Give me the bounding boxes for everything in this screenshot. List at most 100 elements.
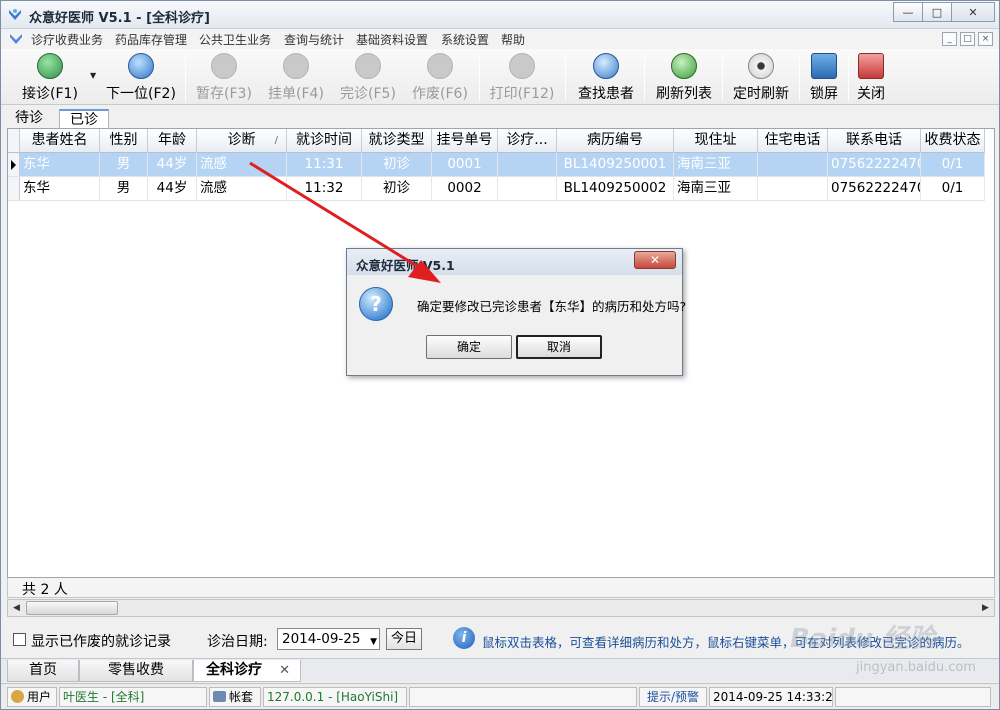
table-row[interactable]: 东华 男 44岁 流感 11:31 初诊 0001 BL1409250001 海… (8, 153, 985, 177)
menu-base-data[interactable]: 基础资料设置 (356, 31, 428, 48)
dialog-close-button[interactable]: ✕ (634, 251, 676, 269)
finish-icon (355, 53, 381, 79)
menu-query-stats[interactable]: 查询与统计 (284, 31, 344, 48)
exit-icon (858, 53, 884, 79)
show-voided-checkbox[interactable] (13, 633, 26, 646)
status-user-label: 用户 (7, 687, 57, 707)
document-tabs: 首页 零售收费 全科诊疗 ✕ (1, 658, 999, 682)
print-button[interactable]: 打印(F12) (487, 53, 557, 103)
account-icon (213, 691, 226, 702)
search-icon (593, 53, 619, 79)
column-header[interactable]: 就诊时间 (287, 129, 362, 153)
menu-logo-icon (10, 34, 22, 44)
mdi-close-button[interactable]: × (978, 32, 993, 46)
alert-button[interactable]: 提示/预警 (639, 687, 707, 707)
next-patient-icon (128, 53, 154, 79)
toolbar-separator (722, 55, 723, 101)
scroll-left-icon[interactable]: ◀ (8, 600, 25, 616)
user-icon (11, 690, 24, 703)
menu-system-settings[interactable]: 系统设置 (441, 31, 489, 48)
show-voided-label[interactable]: 显示已作废的就诊记录 (31, 631, 171, 651)
tab-completed[interactable]: 已诊 (59, 109, 109, 129)
close-tab-icon[interactable]: ✕ (279, 660, 290, 681)
toolbar-separator (848, 55, 849, 101)
diagnosis-date-picker[interactable]: 2014-09-25 ▼ (277, 628, 380, 650)
close-icon: ✕ (968, 5, 978, 19)
column-header[interactable]: 年龄 (148, 129, 197, 153)
mdi-controls: _ □ × (942, 32, 993, 46)
row-indicator-header (8, 129, 20, 152)
column-header[interactable]: 收费状态 (921, 129, 985, 153)
title-bar[interactable]: 众意好医师 V5.1 - [全科诊疗] — □ ✕ (1, 1, 999, 29)
column-header-sorted[interactable]: 诊断 / (197, 129, 287, 153)
next-patient-button[interactable]: 下一位(F2) (101, 53, 181, 103)
toolbar: 接诊(F1) ▼ 下一位(F2) 暂存(F3) 挂单(F4) 完诊(F5) 作废… (1, 49, 999, 105)
column-header[interactable]: 现住址 (674, 129, 758, 153)
current-row-indicator (8, 153, 20, 176)
refresh-list-button[interactable]: 刷新列表 (651, 53, 717, 103)
table-header: 患者姓名 性别 年龄 诊断 / 就诊时间 就诊类型 挂号单号 诊疗... 病历编… (8, 129, 985, 153)
print-icon (509, 53, 535, 79)
mdi-minimize-button[interactable]: _ (942, 32, 957, 46)
app-logo-icon (9, 9, 21, 20)
tab-home[interactable]: 首页 (7, 660, 79, 682)
hold-order-button[interactable]: 挂单(F4) (265, 53, 327, 103)
menu-drug-inventory[interactable]: 药品库存管理 (115, 31, 187, 48)
accept-patient-button[interactable]: 接诊(F1) (15, 53, 85, 103)
column-header[interactable]: 挂号单号 (432, 129, 498, 153)
hold-icon (283, 53, 309, 79)
status-bar: 用户 叶医生 - [全科] 帐套 127.0.0.1 - [HaoYiShi] … (1, 683, 999, 709)
column-header[interactable]: 病历编号 (557, 129, 674, 153)
column-header[interactable]: 联系电话 (828, 129, 921, 153)
scroll-right-icon[interactable]: ▶ (977, 600, 994, 616)
confirm-cancel-button[interactable]: 取消 (516, 335, 602, 359)
save-draft-button[interactable]: 暂存(F3) (193, 53, 255, 103)
confirm-ok-button[interactable]: 确定 (426, 335, 512, 359)
menu-public-health[interactable]: 公共卫生业务 (199, 31, 271, 48)
horizontal-scrollbar[interactable]: ◀ ▶ (7, 599, 995, 617)
lock-screen-button[interactable]: 锁屏 (805, 53, 843, 103)
status-datetime: 2014-09-25 14:33:25 (709, 687, 833, 707)
column-header[interactable]: 诊疗... (498, 129, 557, 153)
toolbar-separator (185, 55, 186, 101)
window-controls: — □ ✕ (893, 2, 995, 22)
save-draft-icon (211, 53, 237, 79)
exit-button[interactable]: 关闭 (853, 53, 889, 103)
column-header[interactable]: 性别 (100, 129, 148, 153)
column-header[interactable]: 患者姓名 (20, 129, 100, 153)
window-title: 众意好医师 V5.1 - [全科诊疗] (29, 11, 210, 26)
today-button[interactable]: 今日 (386, 628, 422, 650)
table-footer: 共 2 人 (7, 578, 995, 598)
toolbar-separator (644, 55, 645, 101)
usage-hint: 鼠标双击表格，可查看详细病历和处方，鼠标右键菜单，可在对列表修改已完诊的病历。 (482, 635, 970, 650)
scrollbar-thumb[interactable] (26, 601, 118, 615)
chevron-down-icon[interactable]: ▼ (90, 71, 96, 80)
status-account-label: 帐套 (209, 687, 261, 707)
date-label: 诊治日期: (207, 634, 268, 650)
menu-help[interactable]: 帮助 (501, 31, 525, 48)
patient-list-tabs: 待诊 已诊 (1, 107, 999, 129)
menu-bar: 诊疗收费业务 药品库存管理 公共卫生业务 查询与统计 基础资料设置 系统设置 帮… (1, 29, 999, 49)
status-spacer (409, 687, 637, 707)
refresh-icon (671, 53, 697, 79)
finish-diagnosis-button[interactable]: 完诊(F5) (337, 53, 399, 103)
chevron-down-icon[interactable]: ▼ (370, 632, 377, 652)
find-patient-button[interactable]: 查找患者 (573, 53, 639, 103)
column-header[interactable]: 住宅电话 (758, 129, 828, 153)
tab-retail-billing[interactable]: 零售收费 (79, 660, 193, 682)
toolbar-separator (799, 55, 800, 101)
question-icon: ? (359, 287, 393, 321)
dialog-title: 众意好医师 V5.1 (356, 258, 455, 273)
column-header[interactable]: 就诊类型 (362, 129, 432, 153)
table-row[interactable]: 东华 男 44岁 流感 11:32 初诊 0002 BL1409250002 海… (8, 177, 985, 201)
menu-diagnosis-billing[interactable]: 诊疗收费业务 (31, 31, 103, 48)
close-window-button[interactable]: ✕ (951, 2, 995, 22)
tab-waiting[interactable]: 待诊 (5, 109, 53, 129)
void-button[interactable]: 作废(F6) (409, 53, 471, 103)
maximize-button[interactable]: □ (922, 2, 952, 22)
auto-refresh-button[interactable]: 定时刷新 (729, 53, 793, 103)
mdi-restore-button[interactable]: □ (960, 32, 975, 46)
minimize-button[interactable]: — (893, 2, 923, 22)
toolbar-separator (565, 55, 566, 101)
tab-general-clinic[interactable]: 全科诊疗 ✕ (193, 660, 301, 682)
